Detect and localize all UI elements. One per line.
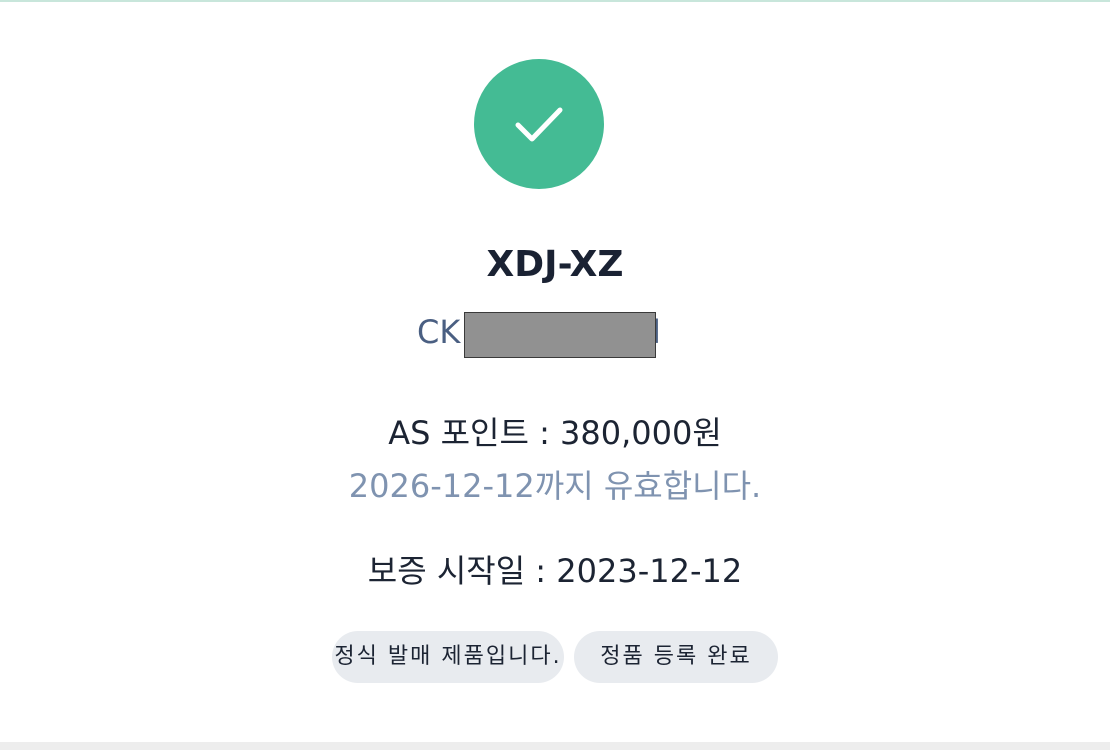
bottom-divider [0, 742, 1110, 750]
serial-prefix: CK [417, 313, 461, 351]
serial-redaction [464, 312, 656, 358]
official-release-badge: 정식 발매 제품입니다. [332, 631, 564, 683]
registration-complete-badge: 정품 등록 완료 [574, 631, 778, 683]
check-icon [515, 107, 563, 142]
as-point-validity: 2026-12-12까지 유효합니다. [348, 467, 762, 505]
status-badges: 정식 발매 제품입니다. 정품 등록 완료 [0, 631, 1110, 683]
product-name: XDJ-XZ [486, 244, 624, 285]
top-divider [0, 0, 1110, 2]
success-check-badge [474, 59, 604, 189]
warranty-start-date: 보증 시작일 : 2023-12-12 [367, 552, 743, 590]
as-point-text: AS 포인트 : 380,000원 [388, 414, 722, 452]
